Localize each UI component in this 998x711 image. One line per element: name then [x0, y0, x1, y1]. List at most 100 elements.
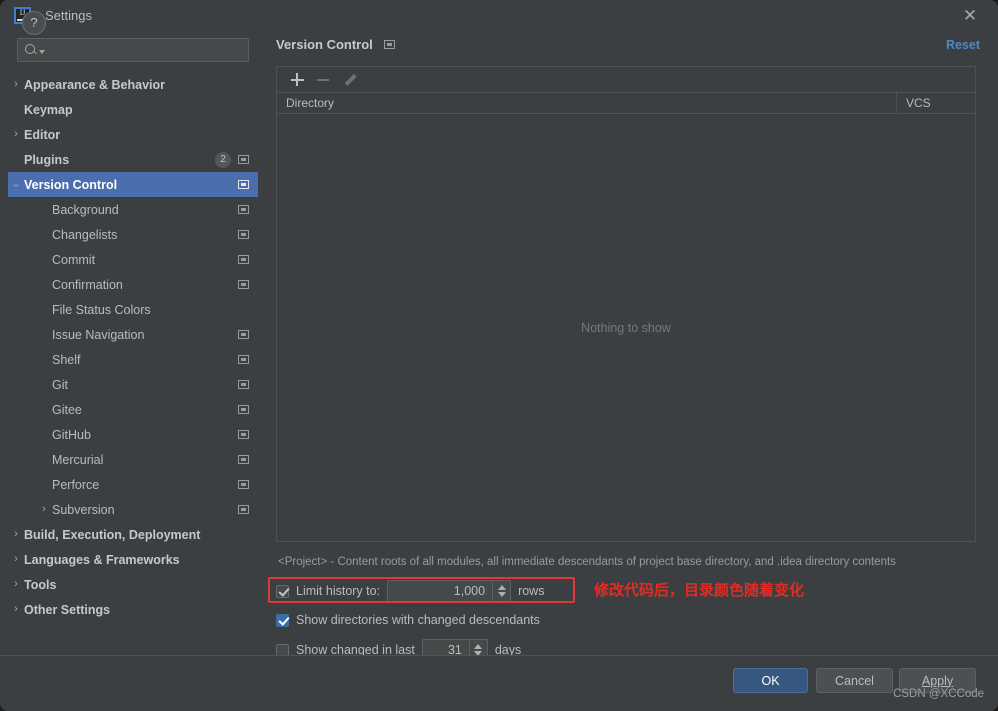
edit-mapping-button[interactable]	[336, 69, 362, 91]
sidebar-item-label: Gitee	[52, 402, 82, 417]
sidebar-item-label: Version Control	[24, 177, 118, 192]
chevron-right-icon[interactable]: ›	[8, 579, 24, 590]
pencil-icon	[342, 73, 356, 87]
help-button[interactable]: ?	[22, 11, 46, 35]
sidebar-item-git[interactable]: Git	[8, 372, 258, 397]
chevron-right-icon	[36, 479, 52, 490]
sidebar-item-languages-frameworks[interactable]: › Languages & Frameworks	[8, 547, 258, 572]
show-directories-checkbox[interactable]	[276, 613, 289, 627]
modified-marker-icon	[238, 330, 249, 339]
reset-link[interactable]: Reset	[946, 38, 980, 52]
search-icon	[24, 43, 38, 57]
sidebar-item-label: File Status Colors	[52, 302, 151, 317]
sidebar-item-gitee[interactable]: Gitee	[8, 397, 258, 422]
plus-icon	[290, 73, 304, 86]
column-header-vcs[interactable]: VCS	[897, 93, 975, 113]
sidebar-item-label: Perforce	[52, 477, 100, 492]
chevron-right-icon	[36, 379, 52, 390]
sidebar-item-keymap[interactable]: Keymap	[8, 97, 258, 122]
show-directories-row: Show directories with changed descendant…	[276, 608, 540, 632]
sidebar-item-label: Keymap	[24, 102, 73, 117]
remove-mapping-button[interactable]	[310, 69, 336, 91]
search-box[interactable]	[17, 38, 249, 62]
modified-marker-icon	[238, 205, 249, 214]
directory-mappings-toolbar	[276, 66, 976, 92]
sidebar-item-version-control[interactable]: ⌄ Version Control	[8, 172, 258, 197]
sidebar-item-file-status-colors[interactable]: File Status Colors	[8, 297, 258, 322]
mappings-table-body[interactable]: Nothing to show	[276, 114, 976, 542]
chevron-right-icon[interactable]: ›	[8, 529, 24, 540]
sidebar-item-changelists[interactable]: Changelists	[8, 222, 258, 247]
sidebar-item-subversion[interactable]: › Subversion	[8, 497, 258, 522]
limit-history-spin-arrows[interactable]	[492, 581, 510, 601]
empty-state-text: Nothing to show	[581, 320, 671, 335]
window-title: Settings	[45, 7, 92, 23]
add-mapping-button[interactable]	[284, 69, 310, 91]
sidebar-item-tools[interactable]: › Tools	[8, 572, 258, 597]
chevron-up-icon[interactable]	[497, 585, 506, 590]
sidebar-item-appearance-behavior[interactable]: › Appearance & Behavior	[8, 72, 258, 97]
sidebar-item-mercurial[interactable]: Mercurial	[8, 447, 258, 472]
close-icon[interactable]: ✕	[960, 6, 980, 26]
limit-history-stepper[interactable]	[387, 580, 512, 602]
chevron-down-icon[interactable]: ⌄	[8, 179, 24, 190]
sidebar-item-label: Confirmation	[52, 277, 123, 292]
sidebar-item-editor[interactable]: › Editor	[8, 122, 258, 147]
limit-history-checkbox[interactable]	[276, 584, 289, 598]
column-header-directory[interactable]: Directory	[277, 93, 897, 113]
sidebar-item-label: Mercurial	[52, 452, 104, 467]
sidebar-item-other-settings[interactable]: › Other Settings	[8, 597, 258, 622]
ok-button[interactable]: OK	[733, 668, 808, 693]
sidebar-item-label: Commit	[52, 252, 96, 267]
mappings-table-header: Directory VCS	[276, 92, 976, 114]
chevron-up-icon[interactable]	[474, 644, 483, 649]
modified-marker-icon	[238, 380, 249, 389]
modified-marker-icon	[238, 480, 249, 489]
sidebar-item-badge: 2	[215, 151, 231, 168]
settings-tree: › Appearance & Behavior Keymap › Editor Plu…	[8, 72, 258, 622]
sidebar-item-label: Appearance & Behavior	[24, 77, 166, 92]
chevron-right-icon[interactable]: ›	[8, 129, 24, 140]
sidebar-item-issue-navigation[interactable]: Issue Navigation	[8, 322, 258, 347]
sidebar-item-commit[interactable]: Commit	[8, 247, 258, 272]
chevron-right-icon	[36, 329, 52, 340]
sidebar-item-label: Git	[52, 377, 68, 392]
apply-button-label: pply	[930, 673, 954, 688]
sidebar-item-perforce[interactable]: Perforce	[8, 472, 258, 497]
chevron-down-icon[interactable]	[497, 592, 506, 597]
sidebar-item-build-execution-deployment[interactable]: › Build, Execution, Deployment	[8, 522, 258, 547]
sidebar-item-label: Changelists	[52, 227, 118, 242]
modified-marker-icon	[238, 255, 249, 264]
watermark: CSDN @XCCode	[893, 688, 984, 700]
chevron-right-icon[interactable]: ›	[36, 504, 52, 515]
modified-marker-icon	[238, 280, 249, 289]
chevron-right-icon[interactable]: ›	[8, 604, 24, 615]
chevron-right-icon[interactable]: ›	[8, 554, 24, 565]
version-control-panel: Version Control Reset Directory VCS Noth…	[265, 30, 998, 661]
chevron-right-icon	[36, 254, 52, 265]
settings-sidebar: › Appearance & Behavior Keymap › Editor Plu…	[0, 30, 265, 655]
sidebar-item-confirmation[interactable]: Confirmation	[8, 272, 258, 297]
chevron-right-icon	[8, 154, 24, 165]
minus-icon	[317, 78, 329, 81]
chevron-right-icon	[36, 204, 52, 215]
limit-history-input[interactable]	[388, 581, 493, 601]
sidebar-item-background[interactable]: Background	[8, 197, 258, 222]
chevron-right-icon	[36, 229, 52, 240]
chevron-right-icon	[8, 104, 24, 115]
chevron-right-icon[interactable]: ›	[8, 79, 24, 90]
settings-dialog: IJ Settings ✕ › Appearance & Behavior Key…	[0, 0, 998, 711]
sidebar-item-shelf[interactable]: Shelf	[8, 347, 258, 372]
title-bar: IJ Settings	[0, 0, 998, 30]
sidebar-item-label: Other Settings	[24, 602, 111, 617]
sidebar-item-label: Background	[52, 202, 119, 217]
limit-history-label: Limit history to:	[296, 584, 381, 598]
search-input[interactable]	[45, 42, 242, 58]
sidebar-item-github[interactable]: GitHub	[8, 422, 258, 447]
sidebar-item-plugins[interactable]: Plugins 2	[8, 147, 258, 172]
modified-marker-icon	[238, 155, 249, 164]
sidebar-item-label: GitHub	[52, 427, 91, 442]
cancel-button[interactable]: Cancel	[816, 668, 893, 693]
modified-marker-icon	[238, 180, 249, 189]
sidebar-item-label: Shelf	[52, 352, 81, 367]
